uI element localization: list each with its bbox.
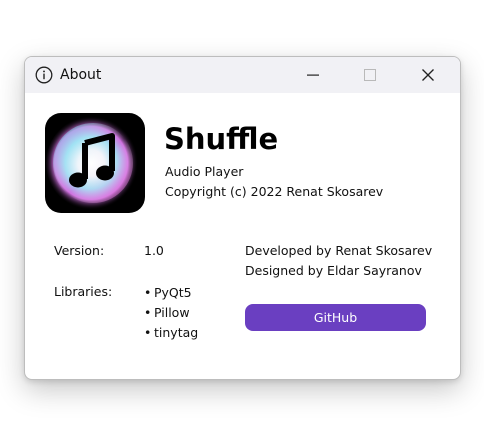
list-item: • Pillow: [144, 305, 190, 320]
list-item: • PyQt5: [144, 285, 192, 300]
minimize-icon: [307, 74, 319, 76]
info-icon: [35, 66, 53, 84]
minimize-button[interactable]: [290, 57, 336, 93]
copyright-text: Copyright (c) 2022 Renat Skosarev: [165, 184, 384, 199]
maximize-button[interactable]: [347, 57, 393, 93]
libraries-list: • PyQt5 • Pillow • tinytag: [144, 283, 198, 343]
app-logo: [45, 113, 145, 213]
music-note-icon: [45, 113, 145, 213]
library-name: PyQt5: [154, 285, 192, 300]
developer-credit: Developed by Renat Skosarev: [245, 243, 433, 258]
github-button[interactable]: GitHub: [245, 304, 426, 331]
library-name: tinytag: [154, 325, 199, 340]
app-subtitle: Audio Player: [165, 164, 244, 179]
about-dialog: About Shuffle Audio Player Copyright (c)…: [24, 56, 461, 380]
maximize-icon: [364, 69, 376, 81]
close-icon: [422, 69, 434, 81]
version-value: 1.0: [144, 243, 164, 258]
title-bar[interactable]: About: [25, 57, 460, 93]
version-label: Version:: [54, 243, 105, 258]
close-button[interactable]: [405, 57, 451, 93]
window-title: About: [60, 67, 102, 83]
list-item: • tinytag: [144, 325, 199, 340]
designer-credit: Designed by Eldar Sayranov: [245, 263, 422, 278]
app-name: Shuffle: [164, 122, 279, 156]
libraries-label: Libraries:: [54, 284, 113, 299]
library-name: Pillow: [154, 305, 190, 320]
